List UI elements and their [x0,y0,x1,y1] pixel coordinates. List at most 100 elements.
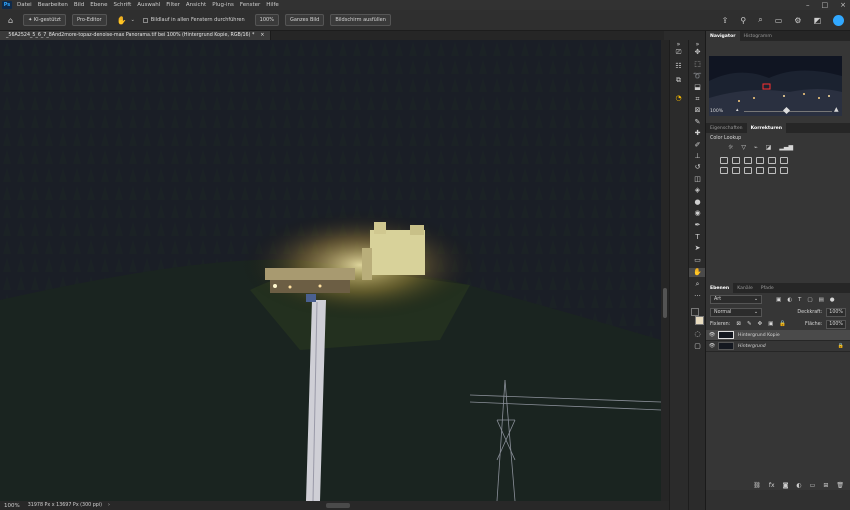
brightness-icon[interactable]: ☼ [728,144,733,151]
tab-navigator[interactable]: Navigator [706,31,740,41]
blur-tool-icon[interactable]: ● [689,198,706,207]
layer-style-icon[interactable]: fx [769,482,775,489]
zoom-out-icon[interactable]: ▴ [736,107,739,113]
home-icon[interactable]: ⌂ [8,16,13,25]
properties-icon[interactable]: ☷ [670,62,687,71]
tab-paths[interactable]: Pfade [757,283,778,293]
foreground-color-swatch[interactable] [691,308,699,316]
learn-icon[interactable]: ⚲ [740,16,746,25]
ai-assistant-icon[interactable]: ◔ [670,94,687,103]
opacity-input[interactable]: 100% [826,307,846,317]
hand-tool-icon[interactable]: ✋ [689,268,706,277]
new-adjustment-icon[interactable]: ◐ [796,482,801,489]
chevron-down-icon[interactable]: ⌄ [131,17,135,23]
user-avatar[interactable] [833,14,844,26]
eye-icon[interactable]: 👁 [706,332,718,338]
lock-all-icon[interactable]: 🔒 [779,321,786,327]
invert-icon[interactable] [732,167,740,174]
paint-bucket-icon[interactable]: ◈ [689,186,706,195]
filter-smart-icon[interactable]: ▤ [819,297,824,303]
layer-row[interactable]: 👁 Hintergrund 🔒 [706,341,850,352]
vibrance-icon[interactable] [720,157,728,164]
marquee-tool-icon[interactable]: ⬚ [689,60,706,69]
layer-row[interactable]: 👁 Hintergrund Kopie [706,330,850,341]
menu-plugins[interactable]: Plug-ins [210,2,238,8]
curves-icon[interactable]: ⌁ [754,144,758,151]
more-tools-icon[interactable]: ··· [689,292,706,301]
lock-artboard-icon[interactable]: ▣ [768,321,773,327]
filter-shape-icon[interactable]: ▢ [807,297,812,303]
posterize-icon[interactable] [744,167,752,174]
zoom-tool-icon[interactable]: ⌕ [689,280,706,289]
exposure-icon[interactable]: ◪ [766,144,772,151]
path-select-icon[interactable]: ➤ [689,244,706,253]
maximize-icon[interactable]: □ [822,1,829,9]
type-tool-icon[interactable]: T [689,233,706,242]
document-canvas[interactable] [0,40,661,501]
fit-screen-button[interactable]: Ganzes Bild [284,14,325,26]
search-icon[interactable]: ⌕ [758,15,762,25]
new-group-icon[interactable]: ▭ [810,482,816,489]
zoom-in-icon[interactable]: ▲ [834,106,839,113]
channel-mixer-icon[interactable] [780,157,788,164]
menu-auswahl[interactable]: Auswahl [135,2,164,8]
menu-datei[interactable]: Datei [15,2,36,8]
history-icon[interactable]: ⎚ [670,48,687,57]
share-icon[interactable]: ⇪ [722,16,729,25]
menu-ebene[interactable]: Ebene [88,2,111,8]
menu-bearbeiten[interactable]: Bearbeiten [36,2,72,8]
move-tool-icon[interactable]: ✥ [689,48,706,57]
lasso-tool-icon[interactable]: ➰ [689,72,706,81]
black-white-icon[interactable] [756,157,764,164]
gradient-icon[interactable]: ◩ [813,16,821,25]
zoom-100-button[interactable]: 100% [254,14,279,26]
ai-assisted-button[interactable]: ✦ KI-gestützt [23,14,66,26]
object-select-icon[interactable]: ⬓ [689,83,706,92]
rectangle-tool-icon[interactable]: ▭ [689,256,706,265]
tab-histogram[interactable]: Histogramm [740,31,776,41]
dodge-tool-icon[interactable]: ◉ [689,209,706,218]
document-tab[interactable]: _56A2524_5_6_7_8And2more-topaz-denoise-m… [0,31,272,40]
gradient-map-icon[interactable] [780,167,788,174]
horizontal-scroll-thumb[interactable] [326,503,350,508]
menu-ansicht[interactable]: Ansicht [184,2,210,8]
tab-adjustments[interactable]: Korrekturen [746,123,787,133]
lock-pixels-icon[interactable]: ✎ [747,321,752,327]
lock-position-icon[interactable]: ✥ [758,321,763,327]
lock-transparent-icon[interactable]: ⊠ [736,321,741,327]
history-brush-icon[interactable]: ↺ [689,163,706,172]
color-balance-icon[interactable] [744,157,752,164]
tab-close-icon[interactable]: × [260,33,264,38]
eye-icon[interactable]: 👁 [706,343,718,349]
delete-layer-icon[interactable]: 🗑 [836,482,844,489]
hue-saturation-icon[interactable] [732,157,740,164]
fill-screen-button[interactable]: Bildschirm ausfüllen [330,14,391,26]
hand-tool-icon[interactable]: ✋ [117,16,127,25]
zoom-level[interactable]: 100% [4,503,20,509]
navigator-preview[interactable] [709,56,842,116]
selective-color-icon[interactable] [768,167,776,174]
blend-mode-select[interactable]: Normal ⌄ [710,307,762,317]
scroll-all-checkbox[interactable] [142,17,148,23]
new-layer-icon[interactable]: ⊞ [823,482,828,489]
healing-brush-icon[interactable]: ✚ [689,129,706,138]
pro-editor-button[interactable]: Pro-Editor [71,14,107,26]
eyedropper-icon[interactable]: ✎ [689,118,706,127]
crop-tool-icon[interactable]: ⌗ [689,95,706,104]
info-chevron-icon[interactable]: › [108,503,110,508]
brush-tool-icon[interactable]: ✐ [689,141,706,150]
filter-type-icon[interactable]: T [798,297,801,303]
menu-schrift[interactable]: Schrift [111,2,135,8]
menu-hilfe[interactable]: Hilfe [264,2,283,8]
photo-filter-icon[interactable] [768,157,776,164]
scroll-thumb[interactable] [663,288,667,318]
settings-icon[interactable]: ⚙ [794,16,801,25]
vertical-scrollbar[interactable] [661,40,669,501]
tab-layers[interactable]: Ebenen [706,283,734,293]
histogram-adj-icon[interactable]: ▂▄▆ [779,144,793,151]
stamp-tool-icon[interactable]: ⊥ [689,152,706,161]
menu-bild[interactable]: Bild [72,2,88,8]
menu-fenster[interactable]: Fenster [238,2,264,8]
eraser-tool-icon[interactable]: ◫ [689,175,706,184]
menu-filter[interactable]: Filter [164,2,184,8]
